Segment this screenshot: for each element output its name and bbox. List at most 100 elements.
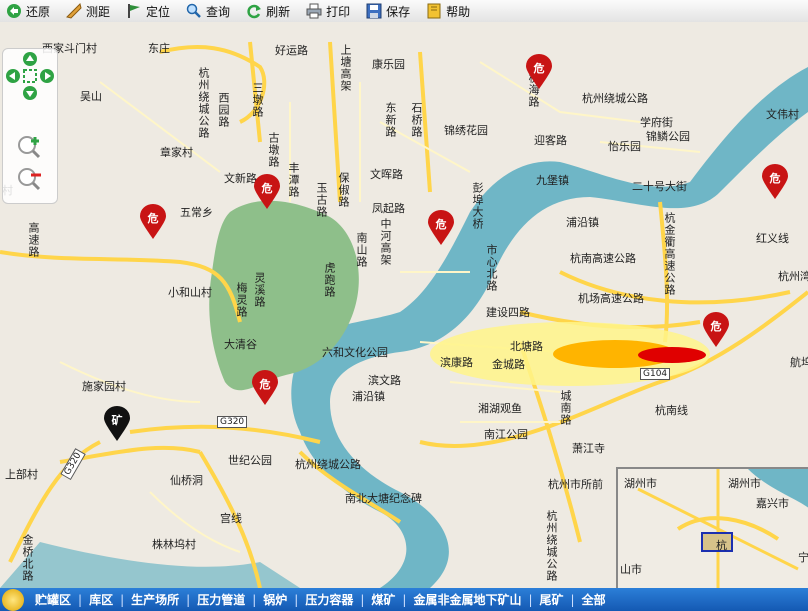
danger-marker-label: 危 [533, 62, 545, 75]
save-button[interactable]: 保存 [366, 1, 420, 21]
danger-marker[interactable]: 危 [252, 370, 278, 406]
road-label: 彭埠大桥 [471, 182, 484, 230]
road-label: 好运路 [275, 44, 308, 57]
road-label: 高速路 [27, 222, 40, 258]
road-label: 杭南高速公路 [570, 252, 636, 265]
danger-marker-label: 危 [147, 212, 159, 225]
place-label: 杭州市所前 [548, 478, 603, 491]
place-label: 大清谷 [224, 338, 257, 351]
road-label: 玉古路 [315, 182, 328, 218]
category-tailings[interactable]: 尾矿 [533, 591, 571, 608]
place-label: 锦绣花园 [444, 124, 488, 137]
ruler-icon [66, 3, 82, 19]
place-label: 六和文化公园 [322, 346, 388, 359]
road-label: 南山路 [355, 232, 368, 268]
help-button[interactable]: 帮助 [426, 1, 480, 21]
map-canvas[interactable]: G320 G320 G104 西家斗门村 东庄 好运路 康乐园 吴山 杭州绕城公… [0, 22, 808, 588]
overview-map[interactable]: 湖州市 湖州市 嘉兴市 杭 山市 宁 [616, 467, 808, 588]
road-label: 三墩路 [251, 82, 264, 118]
restore-label: 还原 [26, 4, 51, 19]
danger-marker-label: 危 [259, 378, 271, 391]
category-pressure-pipe[interactable]: 压力管道 [190, 591, 252, 608]
danger-marker[interactable]: 危 [428, 210, 454, 246]
query-label: 查询 [206, 4, 231, 19]
danger-marker[interactable]: 危 [254, 174, 280, 210]
pan-right-button [40, 69, 54, 83]
road-label: 上塘高架 [339, 44, 352, 92]
save-icon [366, 3, 382, 19]
overview-city-label: 湖州市 [728, 477, 761, 490]
place-label: 五常乡 [180, 206, 213, 219]
help-label: 帮助 [446, 4, 471, 19]
category-boiler[interactable]: 锅炉 [256, 591, 294, 608]
road-label: 滨康路 [440, 356, 473, 369]
place-label: 航坞 [790, 356, 808, 369]
road-label: 二十号大街 [632, 180, 687, 193]
measure-distance-label: 测距 [86, 4, 111, 19]
locate-label: 定位 [146, 4, 171, 19]
locate-button[interactable]: 定位 [126, 1, 180, 21]
road-label: 文晖路 [370, 168, 403, 181]
danger-marker[interactable]: 危 [140, 204, 166, 240]
road-label: 古墩路 [267, 132, 280, 168]
pan-center-button [23, 69, 37, 83]
danger-marker-label: 危 [435, 218, 447, 231]
zoom-out-button [18, 168, 41, 191]
highway-shield: G320 [217, 416, 248, 428]
query-button[interactable]: 查询 [186, 1, 240, 21]
road-label: 杭州绕城公路 [545, 510, 558, 582]
overview-city-label: 杭 [716, 539, 727, 552]
refresh-button[interactable]: 刷新 [246, 1, 300, 21]
road-label: 虎跑路 [323, 262, 336, 298]
category-coal-mine[interactable]: 煤矿 [364, 591, 402, 608]
category-underground-mine[interactable]: 金属非金属地下矿山 [406, 591, 528, 608]
road-label: 杭州绕城公路 [582, 92, 648, 105]
category-tank-area[interactable]: 贮罐区 [28, 591, 78, 608]
danger-marker[interactable]: 危 [526, 54, 552, 90]
place-label: 南江公园 [484, 428, 528, 441]
place-label: 杭州湾 [778, 270, 808, 283]
mine-marker-label: 矿 [111, 414, 123, 427]
road-label: 杭州绕城公路 [295, 458, 361, 471]
road-label: 杭金衢高速公路 [663, 212, 676, 296]
print-button[interactable]: 打印 [306, 1, 360, 21]
overview-city-label: 嘉兴市 [756, 497, 789, 510]
road-label: 中河高架 [379, 218, 392, 266]
restore-button[interactable]: 还原 [6, 1, 60, 21]
category-production-site[interactable]: 生产场所 [124, 591, 186, 608]
overview-city-label: 湖州市 [624, 477, 657, 490]
road-label: 滨文路 [368, 374, 401, 387]
danger-marker[interactable]: 危 [762, 164, 788, 200]
category-storage[interactable]: 库区 [82, 591, 120, 608]
danger-marker-label: 危 [769, 172, 781, 185]
printer-icon [306, 3, 322, 19]
category-pressure-vessel[interactable]: 压力容器 [298, 591, 360, 608]
place-label: 株林坞村 [152, 538, 196, 551]
overview-city-label: 宁 [798, 551, 808, 564]
road-label: 金桥北路 [21, 534, 34, 582]
place-label: 吴山 [80, 90, 102, 103]
category-bar: 贮罐区 | 库区 | 生产场所 | 压力管道 | 锅炉 | 压力容器 | 煤矿 | 金属非金属… [0, 588, 808, 611]
refresh-label: 刷新 [266, 4, 291, 19]
danger-marker[interactable]: 危 [703, 312, 729, 348]
toolbar: 还原 测距 定位 查询 刷新 打印 保存 帮助 [0, 0, 808, 23]
place-label: 东庄 [148, 42, 170, 55]
zoom-in-button [18, 136, 41, 159]
highway-shield: G104 [640, 368, 671, 380]
place-label: 康乐园 [372, 58, 405, 71]
pan-up-button [23, 52, 37, 66]
category-all[interactable]: 全部 [575, 591, 613, 608]
danger-marker-label: 危 [261, 182, 273, 195]
place-label: 怡乐园 [608, 140, 641, 153]
mine-marker[interactable]: 矿 [104, 406, 130, 442]
road-label: 凤起路 [372, 202, 405, 215]
place-label: 浦沿镇 [566, 216, 599, 229]
pan-left-button [6, 69, 20, 83]
place-label: 世纪公园 [228, 454, 272, 467]
place-label: 九堡镇 [536, 174, 569, 187]
measure-distance-button[interactable]: 测距 [66, 1, 120, 21]
road-label: 建设四路 [486, 306, 530, 319]
pan-down-button [23, 86, 37, 100]
restore-icon [6, 3, 22, 19]
road-label: 东新路 [384, 102, 397, 138]
